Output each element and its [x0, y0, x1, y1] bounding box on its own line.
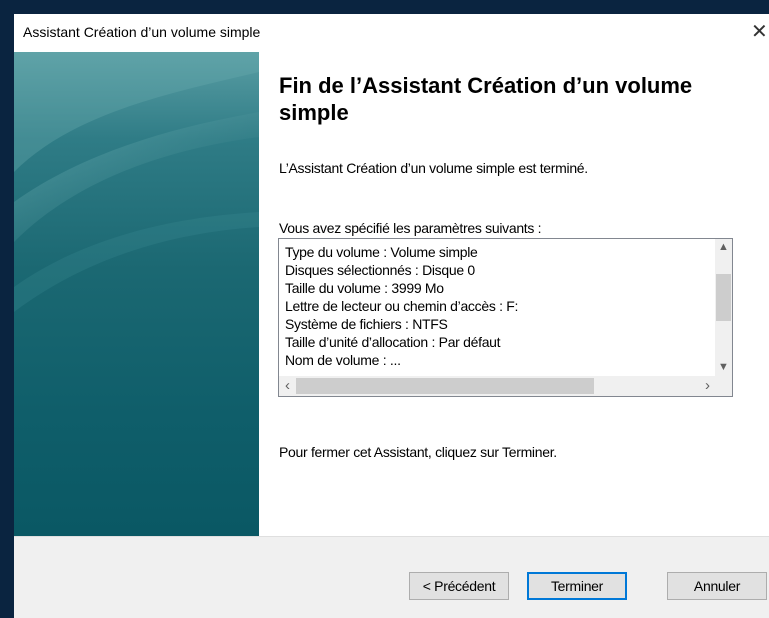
- list-item: Taille du volume : 3999 Mo: [285, 280, 444, 296]
- params-label: Vous avez spécifié les paramètres suivan…: [279, 220, 542, 236]
- intro-text: L’Assistant Création d’un volume simple …: [279, 160, 588, 176]
- close-icon[interactable]: ✕: [751, 19, 769, 45]
- closing-text: Pour fermer cet Assistant, cliquez sur T…: [279, 444, 557, 460]
- wizard-content: Fin de l’Assistant Création d’un volume …: [259, 52, 769, 536]
- list-item: Lettre de lecteur ou chemin d’accès : F:: [285, 298, 519, 314]
- cancel-button[interactable]: Annuler: [667, 572, 767, 600]
- button-bar: < Précédent Terminer Annuler: [14, 536, 769, 618]
- title-bar[interactable]: Assistant Création d’un volume simple ✕: [14, 14, 769, 52]
- vertical-scrollbar[interactable]: ▲ ▼: [715, 239, 732, 376]
- window-title: Assistant Création d’un volume simple: [23, 24, 261, 40]
- params-listbox[interactable]: Type du volume : Volume simple Disques s…: [278, 238, 733, 397]
- vertical-scroll-thumb[interactable]: [716, 274, 731, 321]
- chevron-down-icon[interactable]: ▼: [715, 359, 732, 376]
- sidebar-wave-graphic: [14, 52, 259, 312]
- back-button[interactable]: < Précédent: [409, 572, 509, 600]
- wizard-sidebar-banner: [14, 52, 259, 536]
- chevron-up-icon[interactable]: ▲: [715, 239, 732, 256]
- list-item: Type du volume : Volume simple: [285, 244, 478, 260]
- page-title: Fin de l’Assistant Création d’un volume …: [279, 73, 693, 125]
- horizontal-scroll-thumb[interactable]: [296, 378, 594, 394]
- list-item: Disques sélectionnés : Disque 0: [285, 262, 475, 278]
- finish-button[interactable]: Terminer: [527, 572, 627, 600]
- list-item: Nom de volume : ...: [285, 352, 401, 368]
- list-item: Taille d’unité d’allocation : Par défaut: [285, 334, 501, 350]
- horizontal-scrollbar[interactable]: ‹ ›: [279, 376, 716, 396]
- chevron-left-icon[interactable]: ‹: [279, 376, 296, 396]
- list-item: Système de fichiers : NTFS: [285, 316, 448, 332]
- params-lines: Type du volume : Volume simple Disques s…: [285, 243, 705, 373]
- scrollbar-corner: [715, 376, 732, 396]
- chevron-right-icon[interactable]: ›: [699, 376, 716, 396]
- wizard-window: Assistant Création d’un volume simple ✕ …: [14, 14, 769, 618]
